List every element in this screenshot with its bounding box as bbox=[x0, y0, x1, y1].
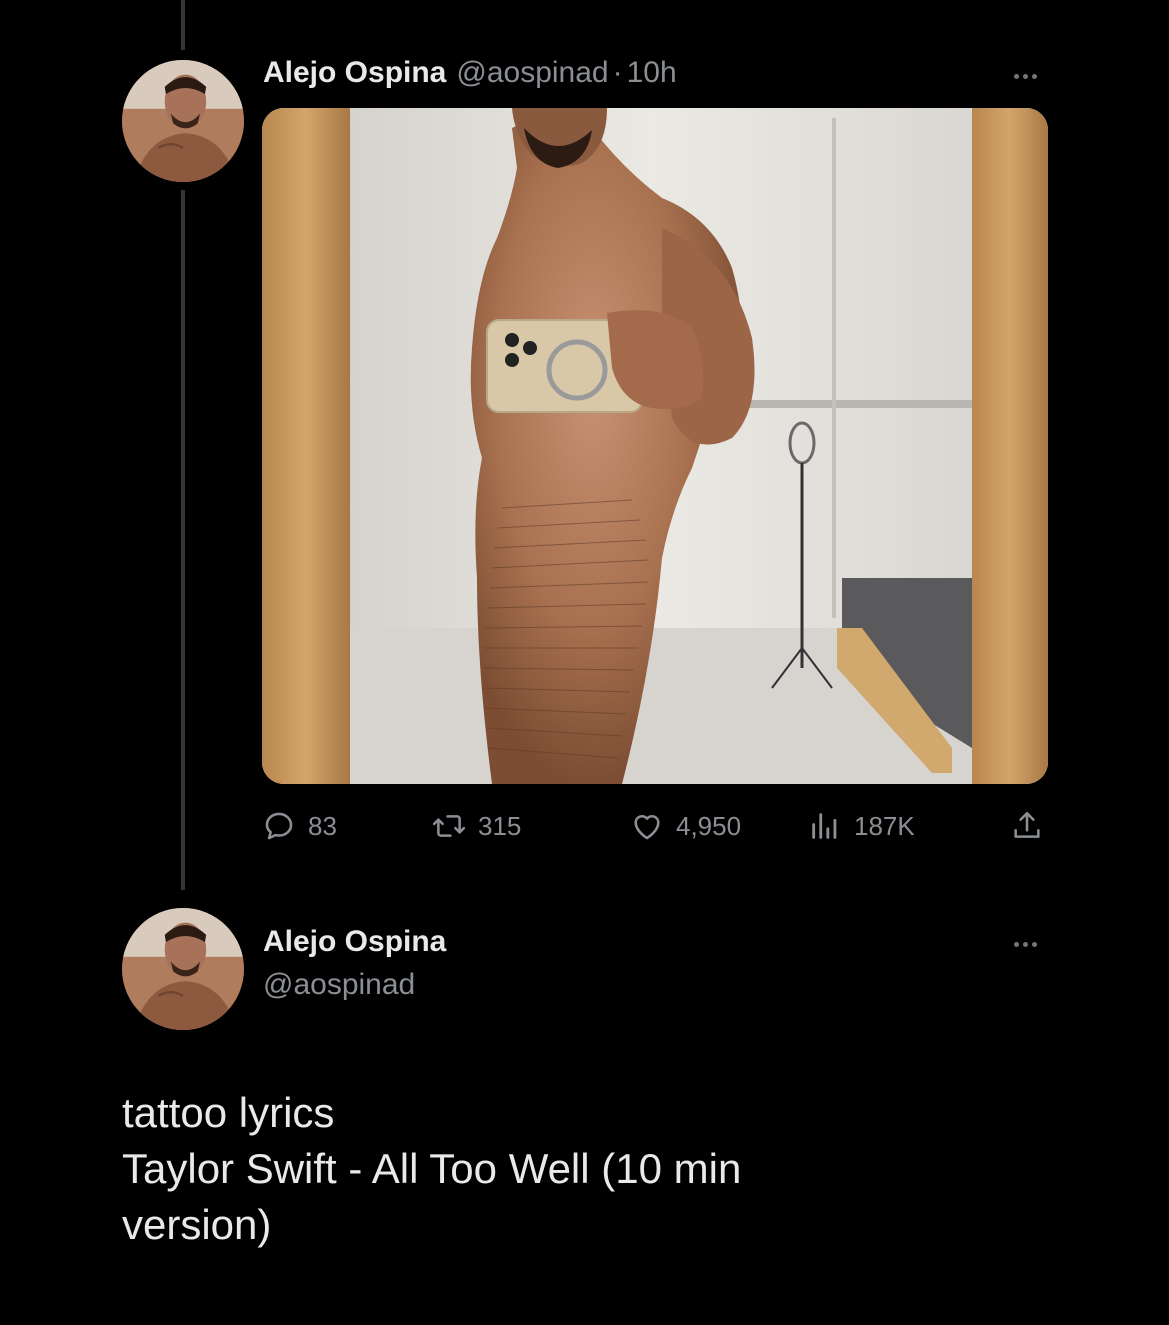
tweet-text-line: tattoo lyrics bbox=[122, 1089, 335, 1136]
like-button[interactable]: 4,950 bbox=[630, 806, 741, 846]
heart-icon bbox=[634, 814, 660, 840]
views-icon bbox=[812, 813, 837, 839]
tweet-header: Alejo Ospina @aospinad · 10h bbox=[263, 56, 677, 100]
avatar-photo bbox=[122, 908, 244, 1030]
mirror-selfie-photo bbox=[262, 108, 1048, 784]
retweet-count: 315 bbox=[478, 810, 522, 841]
reply-count: 83 bbox=[308, 810, 337, 841]
share-button[interactable] bbox=[1010, 806, 1044, 846]
author-name[interactable]: Alejo Ospina bbox=[263, 56, 446, 90]
thread-line bbox=[181, 190, 185, 890]
author-handle[interactable]: @aospinad bbox=[456, 56, 608, 90]
reply-button[interactable]: 83 bbox=[262, 806, 337, 846]
separator-dot: · bbox=[612, 56, 623, 89]
author-handle[interactable]: @aospinad bbox=[263, 968, 415, 1002]
tweet-text-line: Taylor Swift - All Too Well (10 min bbox=[122, 1145, 742, 1192]
retweet-button[interactable]: 315 bbox=[432, 806, 521, 846]
views-button[interactable]: 187K bbox=[808, 806, 915, 846]
tweet-text: tattoo lyrics Taylor Swift - All Too Wel… bbox=[122, 1085, 1022, 1253]
avatar[interactable] bbox=[122, 908, 244, 1030]
like-count: 4,950 bbox=[676, 810, 742, 841]
reply-icon bbox=[265, 812, 293, 840]
more-icon[interactable] bbox=[1005, 934, 1045, 954]
tweet-text-line: version) bbox=[122, 1201, 272, 1248]
tweet-actions: 83 315 4,950 187K bbox=[262, 806, 1052, 846]
avatar[interactable] bbox=[122, 60, 244, 182]
retweet-icon bbox=[432, 815, 466, 837]
thread-line-top bbox=[181, 0, 185, 50]
tweet-thread: Alejo Ospina @aospinad · 10h 83 315 4,95… bbox=[0, 0, 1169, 1325]
author-name[interactable]: Alejo Ospina bbox=[263, 925, 446, 959]
avatar-photo bbox=[122, 60, 244, 182]
tweet-media-image[interactable] bbox=[262, 108, 1048, 784]
views-count: 187K bbox=[854, 810, 915, 841]
share-icon bbox=[1014, 811, 1040, 838]
timestamp[interactable]: 10h bbox=[627, 56, 677, 90]
more-icon[interactable] bbox=[1005, 66, 1045, 86]
